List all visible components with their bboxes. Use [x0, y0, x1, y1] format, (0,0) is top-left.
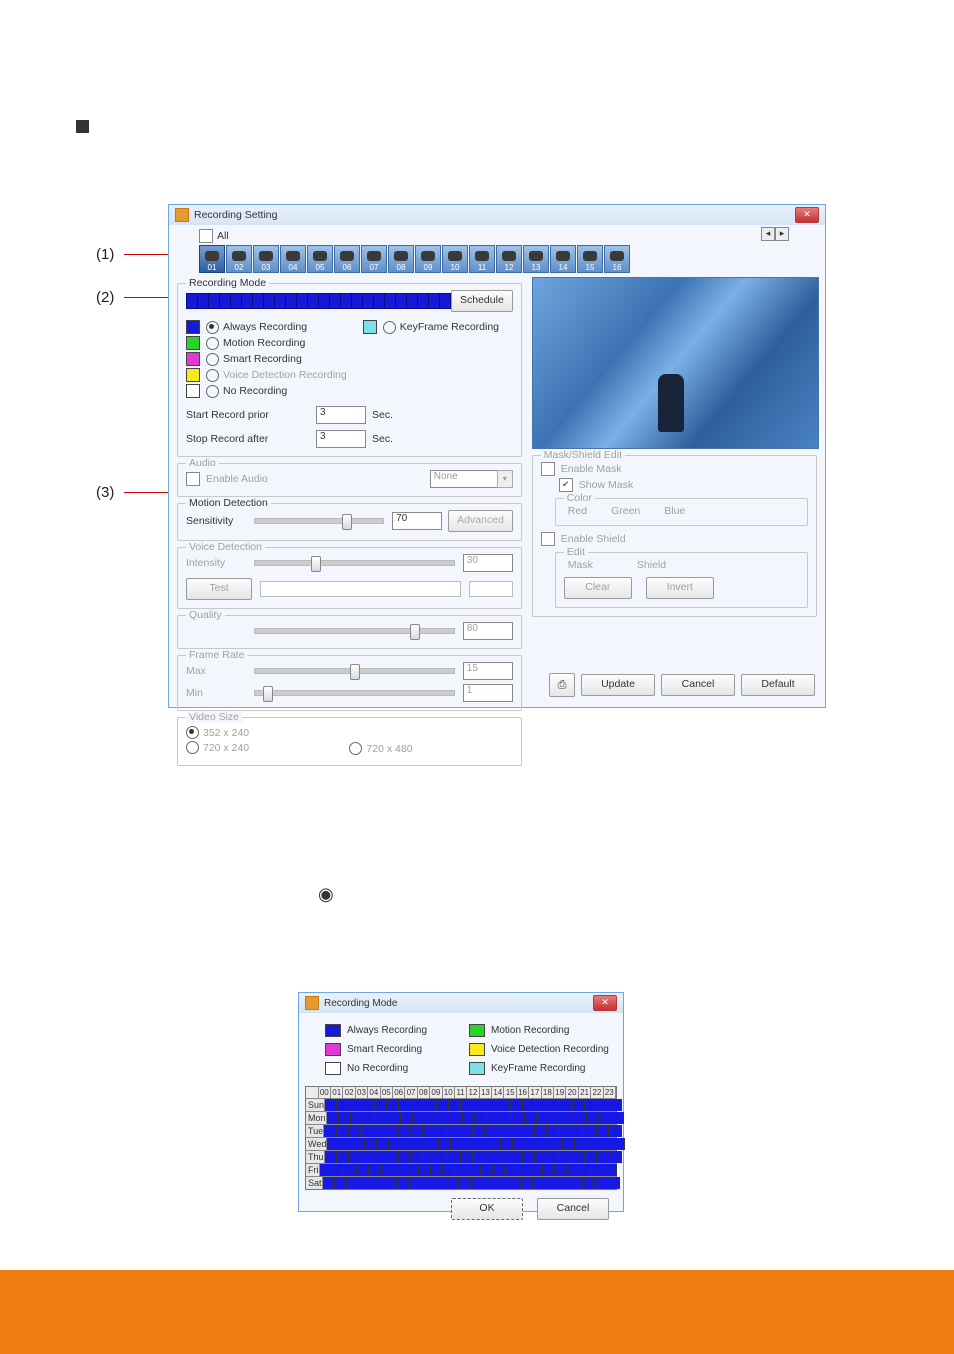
test-button: Test [186, 578, 252, 600]
mode-motion[interactable]: Motion Recording [186, 336, 363, 350]
annotation-1: (1) [96, 246, 114, 263]
recording-setting-dialog: Recording Setting ✕ All ◂▸ 0102030405060… [168, 204, 826, 708]
camera-14[interactable]: 14 [550, 245, 576, 273]
dropdown-arrow-icon: ▾ [497, 470, 513, 488]
recording-mode-legend: Recording Mode [186, 277, 269, 289]
camera-06[interactable]: 06 [334, 245, 360, 273]
sched-title: Recording Mode [324, 998, 397, 1009]
camera-scroll[interactable]: ◂▸ [761, 227, 789, 241]
quality-slider [254, 628, 455, 634]
schedule-button[interactable]: Schedule [451, 290, 513, 312]
enable-mask-checkbox [541, 462, 555, 476]
page-footer [0, 1270, 954, 1354]
intensity-slider [254, 560, 455, 566]
camera-04[interactable]: 04 [280, 245, 306, 273]
day-bar [186, 293, 451, 309]
sched-ok-button[interactable]: OK [451, 1198, 523, 1220]
all-label: All [217, 230, 229, 242]
audio-device-select: None [430, 470, 498, 488]
color-blue: Blue [660, 505, 685, 517]
mode-smart[interactable]: Smart Recording [186, 352, 363, 366]
edit-shield: Shield [633, 559, 666, 571]
camera-11[interactable]: 11 [469, 245, 495, 273]
stop-after-input[interactable]: 3 [316, 430, 366, 448]
quality-group: Quality 80 [177, 615, 522, 649]
app-icon [175, 208, 189, 222]
camera-02[interactable]: 02 [226, 245, 252, 273]
camera-08[interactable]: 08 [388, 245, 414, 273]
save-file-icon[interactable]: ⎙ [549, 673, 575, 697]
sched-legend: Always RecordingMotion RecordingSmart Re… [299, 1013, 623, 1082]
start-prior-label: Start Record prior [186, 409, 316, 421]
mask-shield-group: Mask/Shield Edit Enable Mask Show Mask C… [532, 455, 817, 617]
clear-button: Clear [564, 577, 632, 599]
sched-close-button[interactable]: ✕ [593, 995, 617, 1011]
fps-max-slider [254, 668, 455, 674]
recording-mode-schedule-dialog: Recording Mode ✕ Always RecordingMotion … [298, 992, 624, 1212]
color-red: Red [564, 505, 587, 517]
schedule-grid[interactable]: 0001020304050607080910111213141516171819… [305, 1086, 617, 1190]
quality-value: 80 [463, 622, 513, 640]
camera-03[interactable]: 03 [253, 245, 279, 273]
voice-level-meter [260, 581, 461, 597]
radio-symbol: ◉ [318, 884, 334, 905]
camera-01[interactable]: 01 [199, 245, 225, 273]
stop-after-label: Stop Record after [186, 433, 316, 445]
video-size-group: Video Size 352 x 240 720 x 240 720 x 480 [177, 717, 522, 766]
camera-09[interactable]: 09 [415, 245, 441, 273]
motion-detection-group: Motion Detection Sensitivity 70 Advanced [177, 503, 522, 541]
default-button[interactable]: Default [741, 674, 815, 696]
all-checkbox[interactable] [199, 229, 213, 243]
intensity-value: 30 [463, 554, 513, 572]
invert-button: Invert [646, 577, 714, 599]
cancel-button[interactable]: Cancel [661, 674, 735, 696]
section-bullet [76, 120, 89, 133]
camera-selector[interactable]: 01020304050607080910111213141516 [169, 245, 825, 275]
sched-cancel-button[interactable]: Cancel [537, 1198, 609, 1220]
close-button[interactable]: ✕ [795, 207, 819, 223]
enable-shield-checkbox [541, 532, 555, 546]
fps-min-slider [254, 690, 455, 696]
camera-05[interactable]: 05 [307, 245, 333, 273]
sensitivity-value[interactable]: 70 [392, 512, 442, 530]
camera-07[interactable]: 07 [361, 245, 387, 273]
preview-pane [532, 277, 819, 449]
sched-titlebar[interactable]: Recording Mode ✕ [299, 993, 623, 1013]
audio-group: Audio Enable Audio None ▾ [177, 463, 522, 497]
titlebar[interactable]: Recording Setting ✕ [169, 205, 825, 225]
enable-audio-checkbox [186, 472, 200, 486]
start-prior-input[interactable]: 3 [316, 406, 366, 424]
mode-voice: Voice Detection Recording [186, 368, 363, 382]
mode-no[interactable]: No Recording [186, 384, 363, 398]
camera-10[interactable]: 10 [442, 245, 468, 273]
annotation-3: (3) [96, 484, 114, 501]
fps-min-value: 1 [463, 684, 513, 702]
voice-detection-group: Voice Detection Intensity 30 Test [177, 547, 522, 609]
app-icon [305, 996, 319, 1010]
advanced-button[interactable]: Advanced [448, 510, 513, 532]
sensitivity-slider[interactable] [254, 518, 384, 524]
camera-16[interactable]: 16 [604, 245, 630, 273]
recording-mode-group: Recording Mode Schedule Always Recording… [177, 283, 522, 457]
mode-always[interactable]: Always Recording [186, 320, 363, 334]
frame-rate-group: Frame Rate Max 15 Min 1 [177, 655, 522, 711]
mode-keyframe[interactable]: KeyFrame Recording [363, 320, 513, 334]
camera-13[interactable]: 13 [523, 245, 549, 273]
edit-mask: Mask [564, 559, 593, 571]
window-title: Recording Setting [194, 209, 277, 221]
annotation-2: (2) [96, 289, 114, 306]
show-mask-checkbox [559, 478, 573, 492]
fps-max-value: 15 [463, 662, 513, 680]
update-button[interactable]: Update [581, 674, 655, 696]
color-green: Green [607, 505, 640, 517]
camera-12[interactable]: 12 [496, 245, 522, 273]
voice-level-value [469, 581, 513, 597]
camera-15[interactable]: 15 [577, 245, 603, 273]
